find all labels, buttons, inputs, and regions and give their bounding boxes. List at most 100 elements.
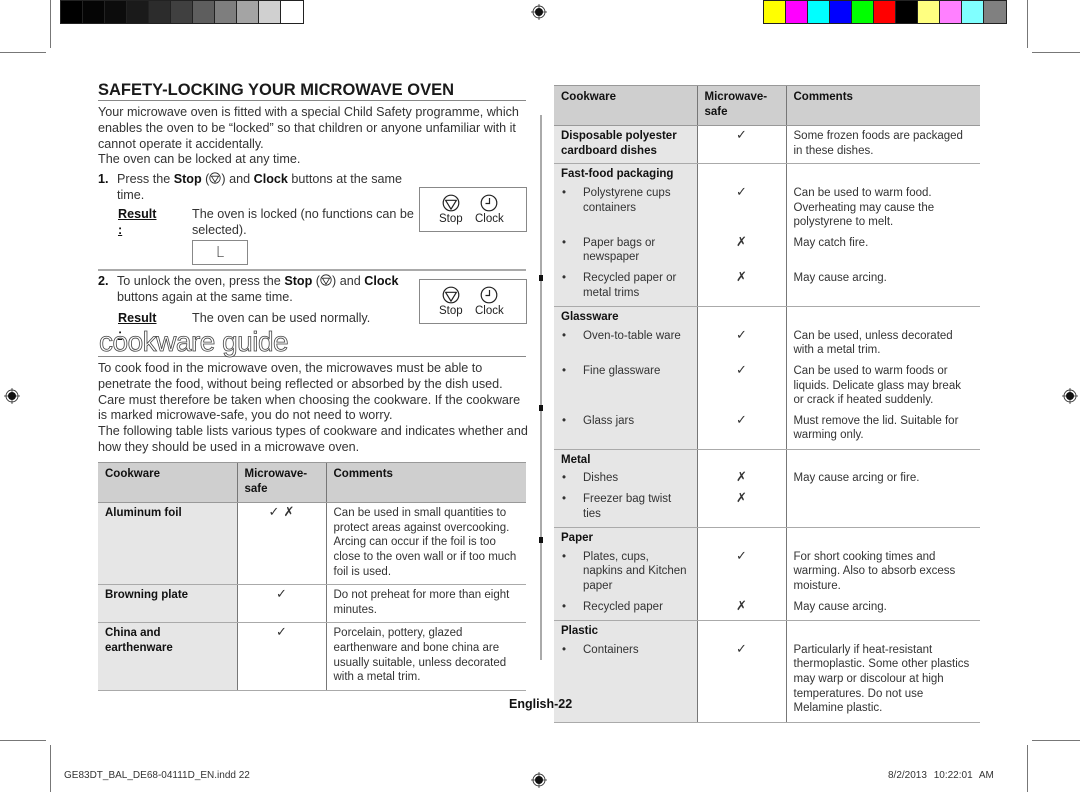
color-swatch <box>764 1 786 23</box>
microwave-safe-cell: ✓ <box>236 584 327 624</box>
crosshair-target-icon <box>531 772 547 788</box>
table-row: • Containers ✓ Particularly if heat-resista… <box>554 638 980 723</box>
stop-icon <box>209 172 221 184</box>
bullet-item: • Containers <box>561 643 690 658</box>
color-swatch <box>786 1 808 23</box>
stop-icon <box>439 194 463 212</box>
microwave-safe-cell: ✓ <box>696 359 787 410</box>
stop-keyword: Stop <box>284 274 313 288</box>
control-panel-illustration: Stop Clock <box>419 279 527 324</box>
crop-mark <box>1027 0 1028 48</box>
step-text: To unlock the oven, press the Stop () an… <box>117 274 399 304</box>
cookware-table-right: Cookware Microwave-safe Comments Disposa… <box>554 84 980 723</box>
color-swatch <box>127 1 149 23</box>
bullet-icon: • <box>562 493 567 506</box>
group-title: Paper <box>554 527 697 546</box>
color-swatch <box>918 1 940 23</box>
group-title: Metal <box>554 449 697 468</box>
microwave-safe-cell: ✓ <box>696 324 787 360</box>
table-row: • Oven-to-table ware ✓ Can be used, unless … <box>554 324 980 360</box>
stop-label: Stop <box>439 305 463 317</box>
color-swatch <box>852 1 874 23</box>
bullet-item: • Recycled paper <box>561 600 690 615</box>
table-header-row: Cookware Microwave-safe Comments <box>554 84 980 127</box>
comments-cell: Some frozen foods are packaged in these … <box>786 125 980 165</box>
comments-cell: May cause arcing or fire. <box>793 472 920 485</box>
bullet-item: • Dishes <box>561 471 690 486</box>
table-group-row: Glassware <box>554 306 980 325</box>
lock-display: L <box>192 240 248 265</box>
step-number: 2. <box>98 274 109 288</box>
cookware-name: Oven-to-table ware <box>583 329 681 342</box>
color-calibration-bar <box>763 0 1007 24</box>
clock-icon <box>475 194 504 212</box>
crop-mark <box>50 0 51 48</box>
comments-cell: Can be used to warm foods or liquids. De… <box>793 364 961 407</box>
stop-button: Stop <box>439 286 463 317</box>
table-row: Disposable polyester cardboard dishes ✓ So… <box>554 125 980 165</box>
table-row: Aluminum foil ✓ ✗ Can be used in small qua… <box>98 502 526 586</box>
table-group-row: Metal <box>554 449 980 468</box>
bullet-icon: • <box>562 236 567 249</box>
comments-cell: For short cooking times and warming. Als… <box>793 550 956 593</box>
table-row: Browning plate ✓ Do not preheat for more t… <box>98 584 526 624</box>
result-label: Result : <box>118 207 157 237</box>
table-row: • Recycled paper or metal trims ✗ May cause… <box>554 266 980 308</box>
header-comments: Comments <box>785 84 980 127</box>
bullet-icon: • <box>562 329 567 342</box>
microwave-safe-cell: ✓ <box>696 409 787 450</box>
bullet-icon: • <box>562 271 567 284</box>
crop-mark <box>1032 740 1080 741</box>
intro-text-2: The oven can be locked at any time. <box>98 152 301 167</box>
header-microwave-safe: Microwave-safe <box>696 84 786 127</box>
bullet-item: • Fine glassware <box>561 364 690 379</box>
clock-keyword: Clock <box>253 172 288 186</box>
empty-cell <box>786 164 980 182</box>
color-swatch <box>940 1 962 23</box>
comments-cell: Porcelain, pottery, glazed earthenware a… <box>326 622 526 691</box>
guide-text: To cook food in the microwave oven, the … <box>98 361 521 423</box>
page-number: English-22 <box>509 697 573 711</box>
color-swatch <box>896 1 918 23</box>
cookware-name: Containers <box>583 643 639 656</box>
bullet-icon: • <box>562 472 567 485</box>
microwave-safe-cell: ✗ <box>696 231 787 267</box>
table-row: • Paper bags or newspaper ✗ May catch fire. <box>554 231 980 267</box>
comments-cell: Do not preheat for more than eight minut… <box>326 584 526 624</box>
cookware-cell: • Freezer bag twist ties <box>554 488 697 529</box>
table-header-row: Cookware Microwave-safe Comments <box>98 461 526 504</box>
file-info: GE83DT_BAL_DE68-04111D_EN.indd 22 <box>64 770 250 781</box>
bullet-icon: • <box>562 643 567 656</box>
clock-label: Clock <box>475 213 504 225</box>
color-swatch <box>874 1 896 23</box>
color-swatch <box>962 1 984 23</box>
result-text: The oven is locked (no functions can be … <box>192 207 414 237</box>
bullet-icon: • <box>562 414 567 427</box>
table-group-row: Paper <box>554 527 980 546</box>
group-title: Plastic <box>554 620 697 639</box>
microwave-safe-cell: ✗ <box>696 488 787 529</box>
empty-cell <box>786 449 980 467</box>
stop-keyword: Stop <box>173 172 202 186</box>
crop-mark <box>1027 745 1028 792</box>
color-swatch <box>237 1 259 23</box>
cookware-cell: • Paper bags or newspaper <box>554 231 697 267</box>
cookware-cell: • Fine glassware <box>554 359 697 410</box>
text-fragment: and <box>225 172 254 186</box>
comments-cell <box>786 488 980 529</box>
group-title: Fast-food packaging <box>554 163 697 182</box>
bullet-icon: • <box>562 186 567 199</box>
bullet-item: • Paper bags or newspaper <box>561 236 690 265</box>
color-swatch <box>808 1 830 23</box>
cookware-cell: • Glass jars <box>554 409 697 450</box>
table-row: • Dishes ✗ May cause arcing or fire. <box>554 467 980 489</box>
table-row: • Polystyrene cups containers ✓ Can be used… <box>554 181 980 232</box>
step-number: 1. <box>98 172 109 186</box>
table-row: • Glass jars ✓ Must remove the lid. Suitabl… <box>554 409 980 450</box>
microwave-safe-cell: ✗ <box>696 467 787 489</box>
cookware-cell: Aluminum foil <box>98 502 237 586</box>
crop-mark <box>1032 52 1080 53</box>
bullet-item: • Recycled paper or metal trims <box>561 271 690 300</box>
bullet-item: • Glass jars <box>561 414 690 429</box>
microwave-safe-cell: ✓ <box>696 638 787 723</box>
